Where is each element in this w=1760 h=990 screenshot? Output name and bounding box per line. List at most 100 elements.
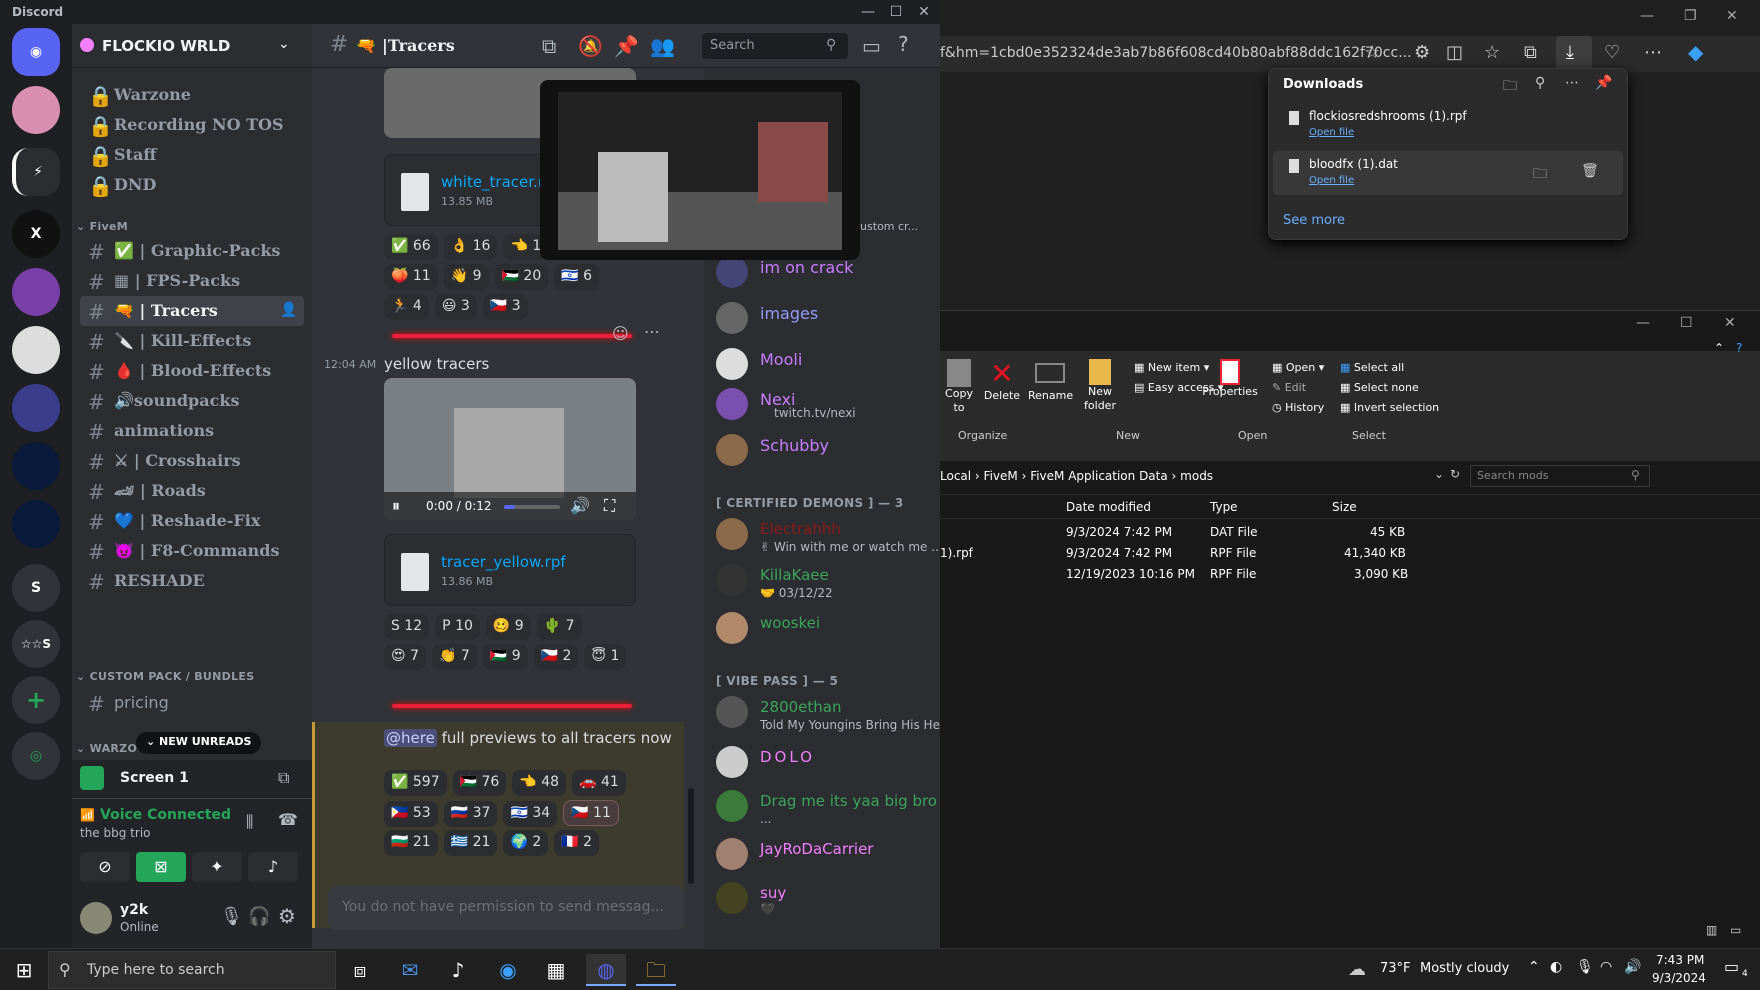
pause-icon[interactable]: ⏸ bbox=[392, 496, 400, 516]
mail-icon[interactable]: ✉ bbox=[390, 954, 430, 986]
delete-button[interactable]: ✕ Delete bbox=[982, 359, 1022, 419]
server-icon-8[interactable] bbox=[12, 500, 60, 548]
wifi-icon[interactable]: ◠ bbox=[1600, 959, 1612, 975]
channel-graphic-packs[interactable]: # ✅ | Graphic-Packs bbox=[80, 236, 304, 266]
reaction[interactable]: 🇮🇱 6 bbox=[554, 264, 600, 290]
reaction[interactable]: 👏 7 bbox=[431, 644, 477, 670]
open-button[interactable]: ▦ Open ▾ bbox=[1272, 361, 1324, 374]
store-icon[interactable]: ▦ bbox=[536, 954, 576, 986]
voice-status[interactable]: Voice Connected bbox=[100, 807, 231, 823]
reaction[interactable]: 🚗 41 bbox=[572, 770, 626, 796]
reaction[interactable]: 👈 48 bbox=[512, 770, 567, 796]
activities-icon[interactable]: ✦ bbox=[192, 852, 242, 882]
breadcrumb[interactable]: Local › FiveM › FiveM Application Data ›… bbox=[940, 469, 1213, 483]
notification-muted-icon[interactable]: 🔕 bbox=[578, 34, 603, 58]
more-icon[interactable]: ⋯ bbox=[1565, 75, 1579, 91]
screen-share-button[interactable]: ⊠ bbox=[136, 852, 186, 882]
member-item[interactable]: Electrahhh ✌ Win with me or watch me ... bbox=[716, 514, 940, 558]
fullscreen-icon[interactable]: ⛶ bbox=[604, 496, 615, 516]
help-icon[interactable]: ? bbox=[1736, 341, 1742, 355]
video-popout[interactable] bbox=[540, 80, 860, 260]
scrollbar[interactable] bbox=[688, 788, 694, 884]
clock-date[interactable]: 9/3/2024 bbox=[1652, 971, 1706, 985]
history-button[interactable]: ◷ History bbox=[1272, 401, 1324, 414]
member-item[interactable]: Drag me its yaa big bro... bbox=[716, 786, 940, 830]
close-button[interactable]: ✕ bbox=[1726, 8, 1738, 24]
reaction[interactable]: 😃 3 bbox=[434, 294, 477, 320]
search-input[interactable]: Search ⚲ bbox=[702, 33, 848, 59]
message-input[interactable]: You do not have permission to send messa… bbox=[328, 886, 684, 930]
emoji-react-icon[interactable]: ☺ bbox=[612, 324, 629, 343]
member-item[interactable]: Mooli bbox=[716, 344, 940, 388]
reaction[interactable]: 🌍 2 bbox=[503, 830, 549, 856]
avatar[interactable] bbox=[80, 902, 112, 934]
weather-desc[interactable]: Mostly cloudy bbox=[1420, 961, 1509, 976]
channel-blood-effects[interactable]: # 🩸 | Blood-Effects bbox=[80, 356, 304, 386]
reaction[interactable]: 🌵 7 bbox=[536, 614, 582, 640]
minimize-button[interactable]: — bbox=[1640, 8, 1654, 24]
minimize-button[interactable]: — bbox=[1636, 315, 1650, 331]
windows-start-icon[interactable]: ⊞ bbox=[4, 954, 44, 986]
reaction[interactable]: 🇧🇬 21 bbox=[384, 830, 438, 856]
minimize-button[interactable]: — bbox=[854, 0, 882, 24]
taskbar-search[interactable]: ⚲ Type here to search bbox=[48, 951, 336, 989]
server-icon-2[interactable]: ⚡ bbox=[12, 148, 60, 196]
reaction[interactable]: ✅ 66 bbox=[384, 234, 438, 260]
trash-icon[interactable]: 🗑 bbox=[1581, 163, 1599, 179]
select-none-button[interactable]: ▦ Select none bbox=[1340, 381, 1419, 394]
copy-to-button[interactable]: Copy to bbox=[944, 359, 974, 419]
reaction[interactable]: 🏃 4 bbox=[384, 294, 429, 320]
collections-icon[interactable]: ⧉ bbox=[1524, 42, 1537, 63]
chevron-down-icon[interactable]: ⌄ bbox=[1434, 467, 1444, 481]
tray-app-icon[interactable]: ◐ bbox=[1550, 959, 1562, 975]
reaction[interactable]: P 10 bbox=[435, 614, 480, 640]
pin-icon[interactable]: 📌 bbox=[1595, 75, 1612, 91]
reaction[interactable]: 😇 1 bbox=[584, 644, 627, 670]
copilot-icon[interactable]: ◆ bbox=[1688, 40, 1703, 64]
member-item[interactable]: KillaKaee 🤝 03/12/22 bbox=[716, 560, 940, 604]
microphone-icon[interactable]: 🎙 bbox=[1576, 959, 1594, 975]
member-item[interactable]: Schubby bbox=[716, 430, 940, 474]
maximize-button[interactable]: ☐ bbox=[882, 0, 910, 24]
reaction[interactable]: 🇨🇿 11 bbox=[563, 800, 619, 826]
download-item[interactable]: bloodfx (1).dat Open file 🗀 🗑 bbox=[1273, 151, 1623, 195]
see-more-link[interactable]: See more bbox=[1283, 213, 1345, 228]
new-unreads-pill[interactable]: ⌄ NEW UNREADS bbox=[136, 732, 262, 754]
reaction[interactable]: 🇮🇱 34 bbox=[503, 801, 558, 827]
star-icon[interactable]: ☆ bbox=[1364, 42, 1380, 63]
invert-selection-button[interactable]: ▦ Invert selection bbox=[1340, 401, 1439, 414]
file-row[interactable]: 9/3/2024 7:42 PM DAT File 45 KB bbox=[940, 523, 1440, 543]
member-item[interactable]: JayRoDaCarrier bbox=[716, 834, 940, 878]
volume-icon[interactable]: 🔊 bbox=[1624, 959, 1641, 975]
reaction[interactable]: 👌 16 bbox=[443, 234, 498, 260]
disconnect-icon[interactable]: ☎ bbox=[278, 810, 298, 829]
reaction[interactable]: 🍑 11 bbox=[384, 264, 438, 290]
reaction[interactable]: 🇵🇸 76 bbox=[452, 770, 507, 796]
restore-button[interactable]: ❐ bbox=[1684, 8, 1697, 24]
channel-tracers[interactable]: # 🔫 | Tracers 👤 bbox=[80, 296, 304, 326]
member-list-icon[interactable]: 👥 bbox=[650, 34, 675, 58]
member-item[interactable]: 2800ethan Told My Youngins Bring His He..… bbox=[716, 692, 940, 736]
category-custom[interactable]: ⌄ CUSTOM PACK / BUNDLES bbox=[76, 670, 254, 683]
server-icon-stars[interactable]: ☆☆S bbox=[12, 620, 60, 668]
voice-channel[interactable]: the bbg trio bbox=[80, 826, 151, 840]
volume-icon[interactable]: 🔊 bbox=[570, 496, 590, 515]
file-attachment-2[interactable]: tracer_yellow.rpf 13.86 MB bbox=[384, 534, 636, 606]
server-icon-s[interactable]: S bbox=[12, 564, 60, 612]
notification-icon[interactable]: ▭ bbox=[1724, 957, 1739, 976]
edit-button[interactable]: ✎ Edit bbox=[1272, 381, 1306, 394]
reaction[interactable]: 🇷🇺 37 bbox=[443, 801, 498, 827]
folder-icon[interactable]: 🗀 bbox=[1503, 75, 1517, 99]
channel-soundpacks[interactable]: # 🔊soundpacks bbox=[80, 386, 304, 416]
split-screen-icon[interactable]: ◫ bbox=[1446, 42, 1463, 63]
download-item[interactable]: flockiosredshrooms (1).rpf Open file bbox=[1273, 103, 1623, 147]
select-all-button[interactable]: ▦ Select all bbox=[1340, 361, 1404, 374]
channel-reshade-fix[interactable]: # 💙 | Reshade-Fix bbox=[80, 506, 304, 536]
reaction[interactable]: 🥴 9 bbox=[485, 614, 531, 640]
reaction[interactable]: 🇫🇷 2 bbox=[554, 830, 600, 856]
server-icon-6[interactable] bbox=[12, 384, 60, 432]
gear-icon[interactable]: ⚙ bbox=[278, 904, 296, 928]
server-icon-1[interactable] bbox=[12, 86, 60, 134]
more-icon[interactable]: ⋯ bbox=[1644, 42, 1662, 63]
server-header[interactable]: FLOCKIO WRLD ⌄ bbox=[72, 24, 312, 68]
